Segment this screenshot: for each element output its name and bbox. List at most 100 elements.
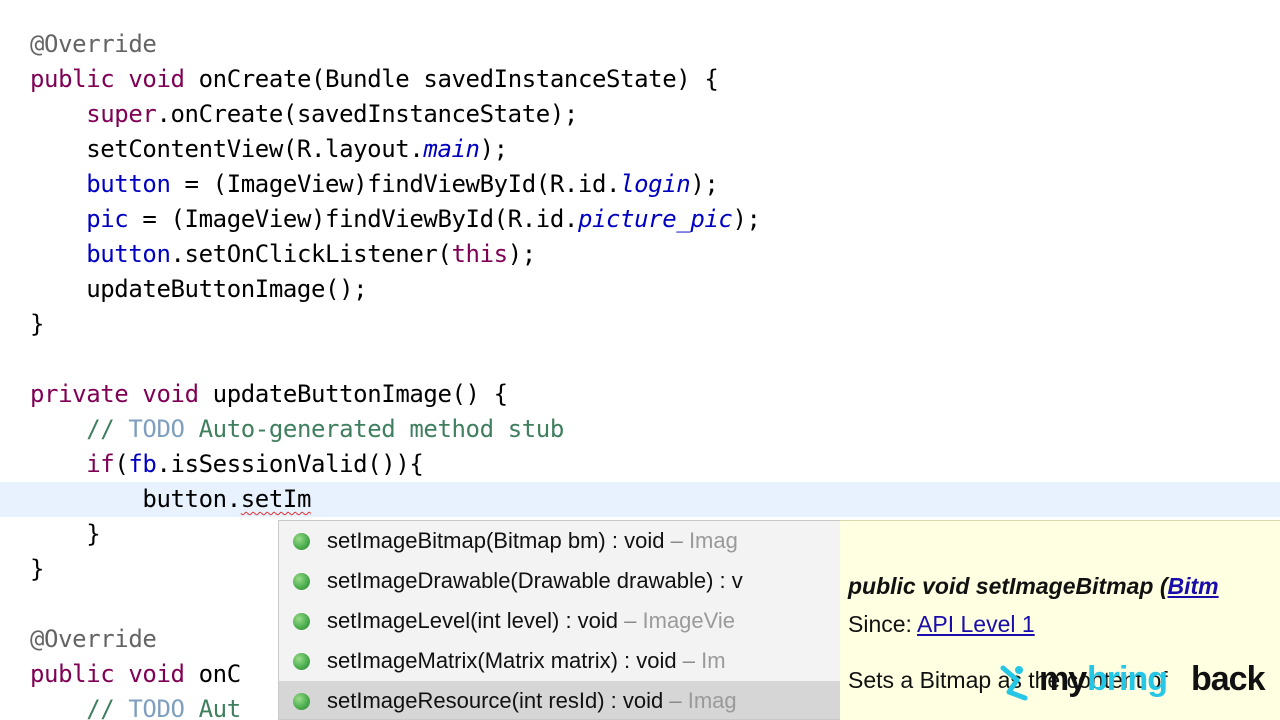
code-line[interactable]: public void onC	[30, 657, 241, 692]
code-token: );	[732, 205, 761, 233]
code-token: login	[620, 170, 691, 198]
proposal-separator: –	[618, 608, 643, 633]
code-token: .isSessionValid()){	[156, 450, 424, 478]
proposal-separator: –	[676, 648, 702, 673]
code-token: }	[30, 555, 45, 583]
proposal-owner: Im	[701, 648, 726, 673]
proposal-signature: setImageBitmap(Bitmap bm) : void	[327, 528, 665, 553]
code-line[interactable]: }	[30, 552, 44, 587]
public-method-icon	[293, 533, 310, 550]
code-token: (	[114, 450, 129, 478]
code-line[interactable]: @Override	[30, 622, 157, 657]
code-token: //	[86, 415, 129, 443]
code-token: = (ImageView)findViewById(R.id.	[170, 170, 621, 198]
javadoc-param-type-link[interactable]: Bitm	[1168, 573, 1219, 599]
code-line[interactable]: // TODO Auto-generated method stub	[30, 412, 564, 447]
proposal-text: setImageDrawable(Drawable drawable) : v	[327, 561, 743, 601]
code-token: this	[451, 240, 509, 268]
proposal-text: setImageLevel(int level) : void – ImageV…	[327, 601, 735, 641]
code-token: Aut	[184, 695, 242, 720]
code-token: }	[30, 310, 45, 338]
public-method-icon	[293, 693, 310, 710]
code-token: );	[690, 170, 719, 198]
code-line[interactable]: public void onCreate(Bundle savedInstanc…	[30, 62, 719, 97]
code-line[interactable]: }	[30, 517, 100, 552]
code-token: pic	[86, 205, 129, 233]
code-token: private	[30, 380, 129, 408]
code-line[interactable]: button.setOnClickListener(this);	[30, 237, 536, 272]
code-token: onC	[184, 660, 242, 688]
code-line[interactable]: setContentView(R.layout.main);	[30, 132, 508, 167]
code-line[interactable]: }	[30, 307, 44, 342]
code-token: if	[86, 450, 115, 478]
code-token: updateButtonImage();	[30, 275, 368, 303]
code-line[interactable]: if(fb.isSessionValid()){	[30, 447, 424, 482]
code-line[interactable]: pic = (ImageView)findViewById(R.id.pictu…	[30, 202, 761, 237]
code-line[interactable]: private void updateButtonImage() {	[30, 377, 508, 412]
code-token: void	[128, 65, 185, 93]
code-line[interactable]: super.onCreate(savedInstanceState);	[30, 97, 578, 132]
code-token: .setOnClickListener(	[170, 240, 452, 268]
code-token: main	[423, 135, 480, 163]
proposal-owner: Imag	[688, 528, 738, 553]
content-assist-popup[interactable]: setImageBitmap(Bitmap bm) : void – Imag s…	[278, 520, 840, 720]
javadoc-signature: public void setImageBitmap (Bitm	[848, 573, 1219, 600]
watermark-text-my: my	[1039, 660, 1087, 698]
javadoc-since-label: Since:	[848, 611, 918, 637]
code-token: );	[507, 240, 537, 268]
code-line[interactable]: // TODO Aut	[30, 692, 241, 720]
code-line[interactable]: updateButtonImage();	[30, 272, 367, 307]
code-token: setIm	[240, 485, 312, 513]
code-line[interactable]: button.setIm	[30, 482, 311, 517]
proposal-text: setImageBitmap(Bitmap bm) : void – Imag	[327, 521, 738, 561]
code-token: @Override	[30, 625, 157, 653]
code-line[interactable]: @Override	[30, 27, 157, 62]
code-token: updateButtonImage() {	[198, 380, 508, 408]
code-token: void	[128, 660, 185, 688]
code-line[interactable]: button = (ImageView)findViewById(R.id.lo…	[30, 167, 719, 202]
code-token: );	[479, 135, 509, 163]
proposal-owner: Imag	[687, 688, 737, 713]
code-token: Auto-generated method stub	[184, 415, 565, 443]
proposal-separator: –	[664, 528, 689, 553]
public-method-icon	[293, 613, 310, 630]
code-token: super	[86, 100, 157, 128]
code-token: picture_pic	[577, 205, 733, 233]
code-token: TODO	[128, 695, 185, 720]
code-token: TODO	[128, 415, 185, 443]
code-token: //	[86, 695, 129, 720]
proposal-item[interactable]: setImageMatrix(Matrix matrix) : void – I…	[279, 641, 840, 681]
code-token: button	[86, 170, 171, 198]
code-token: .onCreate(savedInstanceState);	[156, 100, 578, 128]
api-level-link[interactable]: API Level 1	[917, 611, 1035, 637]
proposal-item[interactable]: setImageResource(int resId) : void – Ima…	[279, 681, 840, 719]
code-token: = (ImageView)findViewById(R.id.	[128, 205, 578, 233]
code-token: setContentView(R.layout.	[30, 135, 424, 163]
watermark-text-back: back	[1191, 660, 1265, 698]
proposal-signature: setImageLevel(int level) : void	[327, 608, 619, 633]
code-token: onCreate(Bundle savedInstanceState) {	[184, 65, 719, 93]
proposal-owner: ImageVie	[642, 608, 736, 633]
code-token: fb	[128, 450, 157, 478]
proposal-item[interactable]: setImageBitmap(Bitmap bm) : void – Imag	[279, 521, 840, 561]
public-method-icon	[293, 653, 310, 670]
figure-logo-icon	[1000, 665, 1028, 701]
code-token: button.	[30, 485, 241, 513]
code-token: @Override	[30, 30, 157, 58]
proposal-item[interactable]: setImageDrawable(Drawable drawable) : v	[279, 561, 840, 601]
javadoc-signature-text: public void setImageBitmap (	[848, 573, 1168, 599]
proposal-separator: –	[663, 688, 688, 713]
public-method-icon	[293, 573, 310, 590]
watermark-text-bring: bring	[1087, 660, 1168, 698]
proposal-item[interactable]: setImageLevel(int level) : void – ImageV…	[279, 601, 840, 641]
code-token: public	[30, 660, 115, 688]
